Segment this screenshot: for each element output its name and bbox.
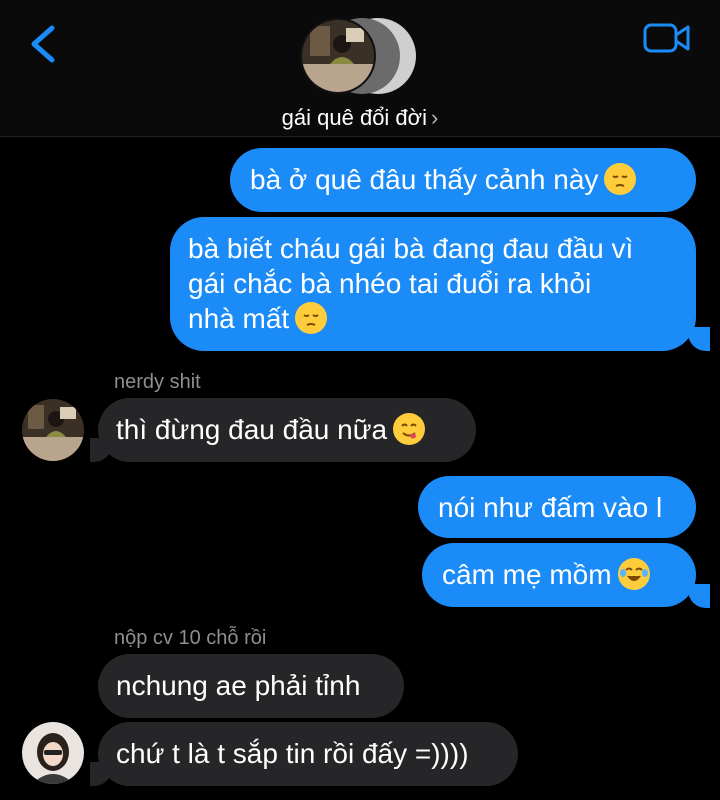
message-text: bà ở quê đâu thấy cảnh này	[250, 164, 599, 195]
message-line: nhà mất	[188, 303, 290, 334]
sender-name: nộp cv 10 chỗ rồi	[114, 627, 267, 649]
message-text: nchung ae phải tỉnh	[116, 670, 361, 701]
message-line: bà biết cháu gái bà đang đau đầu vì	[188, 233, 634, 264]
avatar-photo	[300, 18, 376, 94]
bubble-tail	[688, 584, 710, 608]
message-bubble-outgoing[interactable]: bà biết cháu gái bà đang đau đầu vì gái …	[170, 217, 696, 351]
message-text: câm mẹ mồm	[442, 559, 612, 590]
message-line-with-emoji: nhà mất	[188, 301, 696, 336]
video-call-button[interactable]	[642, 20, 692, 56]
face-with-tears-of-joy-icon	[617, 558, 650, 590]
pensive-face-icon	[295, 302, 328, 334]
video-camera-icon	[643, 23, 690, 53]
conversation-title-button[interactable]: gái quê đổi đời ›	[0, 104, 720, 132]
bubble-tail	[90, 762, 112, 786]
bubble-tail	[90, 438, 112, 462]
message-text: nói như đấm vào l	[438, 492, 663, 523]
conversation-header: gái quê đổi đời ›	[0, 0, 720, 137]
chevron-left-icon	[31, 25, 55, 63]
message-line: gái chắc bà nhéo tai đuổi ra khỏi	[188, 268, 592, 299]
chevron-right-icon: ›	[430, 105, 439, 130]
message-text: chứ t là t sắp tin rồi đấy =))))	[116, 738, 469, 769]
pensive-face-icon	[604, 163, 637, 195]
message-bubble-outgoing[interactable]: câm mẹ mồm	[422, 543, 696, 607]
contact-avatar[interactable]	[22, 722, 84, 784]
group-avatar[interactable]	[300, 16, 420, 96]
contact-avatar[interactable]	[22, 399, 84, 461]
sender-name: nerdy shit	[114, 371, 201, 393]
message-text: thì đừng đau đầu nữa	[116, 414, 388, 445]
face-savoring-food-icon	[393, 413, 426, 445]
chat-screen: gái quê đổi đời › bà ở quê đâu thấy cảnh …	[0, 0, 720, 800]
message-bubble-incoming[interactable]: chứ t là t sắp tin rồi đấy =))))	[98, 722, 518, 786]
back-button[interactable]	[24, 20, 64, 68]
message-bubble-outgoing[interactable]: bà ở quê đâu thấy cảnh này	[230, 148, 696, 212]
message-bubble-outgoing[interactable]: nói như đấm vào l	[418, 476, 696, 538]
conversation-title: gái quê đổi đời	[281, 105, 427, 130]
message-bubble-incoming[interactable]: nchung ae phải tỉnh	[98, 654, 404, 718]
message-bubble-incoming[interactable]: thì đừng đau đầu nữa	[98, 398, 476, 462]
bubble-tail	[688, 327, 710, 351]
